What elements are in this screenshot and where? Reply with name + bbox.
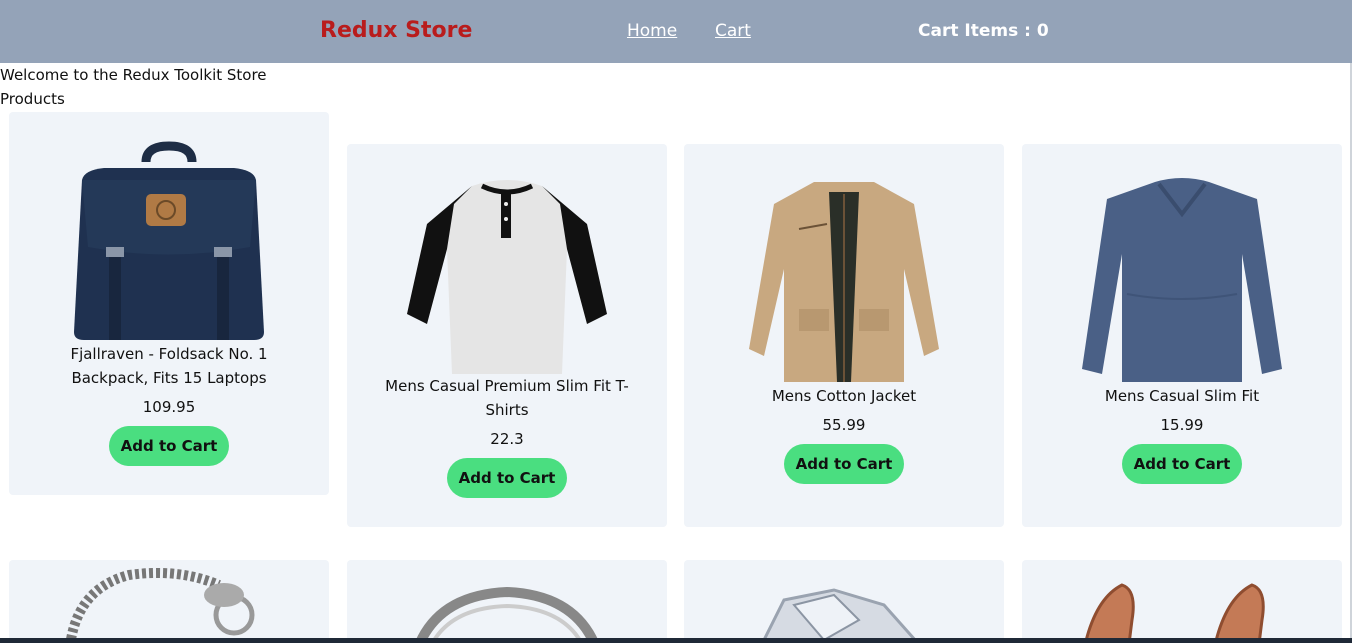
jacket-icon: [749, 182, 939, 382]
product-card: Mens Casual Slim Fit 15.99 Add to Cart: [1022, 144, 1342, 527]
backpack-icon: [74, 141, 264, 340]
product-price: 55.99: [822, 416, 866, 434]
product-card: Mens Cotton Jacket 55.99 Add to Cart: [684, 144, 1004, 527]
product-card: Mens Casual Premium Slim Fit T-Shirts 22…: [347, 144, 667, 527]
products-heading: Products: [0, 90, 65, 108]
product-card: [9, 560, 329, 643]
product-card: [347, 560, 667, 643]
add-to-cart-button[interactable]: Add to Cart: [447, 458, 567, 498]
product-image: [347, 144, 667, 374]
nav-home-link[interactable]: Home: [627, 21, 677, 41]
ring-icon: [414, 586, 600, 643]
sweater-icon: [1082, 178, 1282, 382]
product-card: [1022, 560, 1342, 643]
product-title: Fjallraven - Foldsack No. 1 Backpack, Fi…: [70, 345, 268, 387]
nav-cart-link[interactable]: Cart: [715, 21, 751, 41]
earrings-icon: [1083, 583, 1265, 643]
product-title: Mens Casual Premium Slim Fit T-Shirts: [385, 377, 629, 419]
diamond-ring-icon: [760, 588, 955, 643]
add-to-cart-button[interactable]: Add to Cart: [1122, 444, 1242, 484]
tshirt-icon: [407, 180, 607, 374]
product-price: 15.99: [1160, 416, 1204, 434]
brand-title[interactable]: Redux Store: [320, 18, 472, 43]
product-image: [9, 112, 329, 342]
product-price: 22.3: [490, 430, 524, 448]
product-title: Mens Casual Slim Fit: [1104, 387, 1260, 405]
add-to-cart-button[interactable]: Add to Cart: [109, 426, 229, 466]
product-image: [1022, 144, 1342, 384]
product-card: Fjallraven - Foldsack No. 1 Backpack, Fi…: [9, 112, 329, 495]
product-price: 109.95: [142, 398, 196, 416]
add-to-cart-button[interactable]: Add to Cart: [784, 444, 904, 484]
product-card: [684, 560, 1004, 643]
product-image: [684, 144, 1004, 384]
cart-items-count: Cart Items : 0: [918, 21, 1049, 41]
bracelet-icon: [65, 567, 255, 643]
navbar: Redux Store Home Cart Cart Items : 0: [0, 0, 1352, 63]
welcome-text: Welcome to the Redux Toolkit Store: [0, 66, 267, 84]
product-title: Mens Cotton Jacket: [771, 387, 917, 405]
bottom-edge-bar: [0, 638, 1352, 643]
